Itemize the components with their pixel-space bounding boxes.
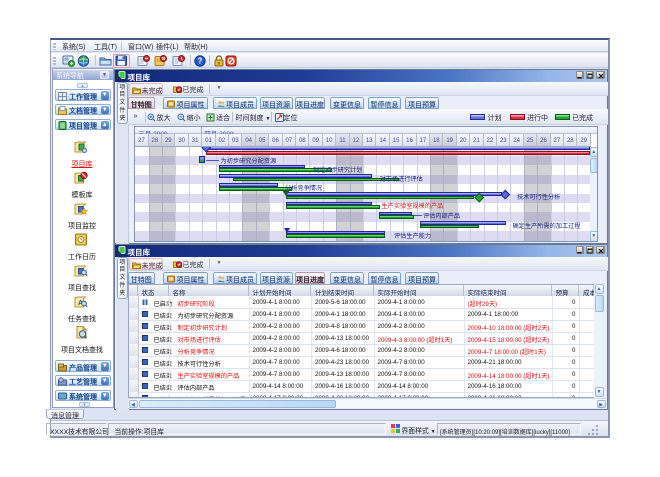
svg-text:?: ? — [197, 57, 202, 66]
